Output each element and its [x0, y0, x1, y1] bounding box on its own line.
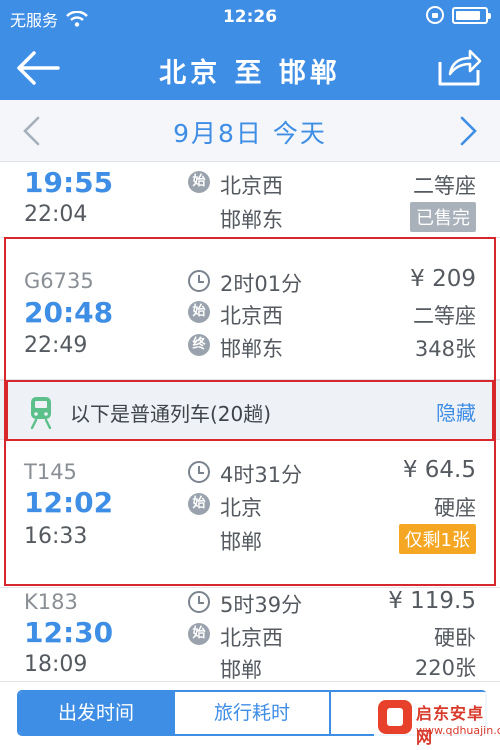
status-time: 12:26	[222, 7, 278, 27]
share-icon[interactable]	[436, 46, 482, 88]
end-station-tag-icon: 终	[188, 334, 210, 356]
train-icon	[30, 397, 52, 429]
watermark: 启东安卓网 www.qdhuajin.com	[374, 692, 500, 748]
price: ¥ 119.5	[388, 588, 476, 614]
hide-button[interactable]: 隐藏	[436, 397, 476, 426]
duration: 4时31分	[220, 463, 303, 487]
watermark-logo-icon	[378, 700, 412, 734]
few-left-badge: 仅剩1张	[398, 524, 476, 554]
page-title: 北京 至 邯郸	[159, 58, 341, 89]
seat-class: 二等座	[413, 304, 476, 328]
status-bar: 无服务 12:26	[0, 0, 500, 34]
from-station: 北京	[220, 496, 262, 520]
battery-fill	[456, 10, 480, 20]
clock-icon	[188, 270, 210, 292]
start-station-tag-icon: 始	[188, 171, 210, 193]
start-station-tag-icon: 始	[188, 623, 210, 645]
seat-class: 硬卧	[434, 626, 476, 650]
duration: 5时39分	[220, 593, 303, 617]
start-station-tag-icon: 始	[188, 493, 210, 515]
rotation-lock-icon	[426, 6, 444, 24]
duration: 2时01分	[220, 272, 303, 296]
top-bar: 无服务 12:26 北京 至 邯郸	[0, 0, 500, 100]
train-row[interactable]: 19:55 22:04 始 北京西 邯郸东 二等座 已售完	[0, 162, 500, 238]
seat-class: 二等座	[413, 174, 476, 198]
train-row[interactable]: G6735 20:48 22:49 2时01分 始 北京西 终 邯郸东 ¥ 20…	[0, 238, 500, 380]
to-station: 邯郸	[220, 658, 262, 682]
from-station: 北京西	[220, 174, 283, 198]
depart-time: 12:02	[24, 486, 114, 519]
arrive-time: 22:04	[24, 202, 88, 227]
date-bar: 9月8日 今天	[0, 100, 500, 162]
next-day-icon[interactable]	[458, 116, 480, 146]
tickets-left: 220张	[414, 656, 476, 680]
train-code: G6735	[24, 269, 94, 293]
bottom-bar: 出发时间 旅行耗时 到 启东安卓网 www.qdhuajin.com	[0, 682, 500, 750]
to-station: 邯郸东	[220, 208, 283, 232]
depart-time: 12:30	[24, 616, 114, 649]
tickets-left: 348张	[414, 337, 476, 361]
clock-icon	[188, 591, 210, 613]
clock-icon	[188, 461, 210, 483]
ordinary-trains-label: 以下是普通列车(20趟)	[70, 402, 272, 426]
arrive-time: 16:33	[24, 524, 88, 549]
price: ¥ 64.5	[402, 457, 476, 483]
battery-icon	[452, 6, 491, 24]
arrive-time: 22:49	[24, 333, 88, 358]
price: ¥ 209	[410, 266, 476, 292]
ordinary-trains-divider: 以下是普通列车(20趟) 隐藏	[0, 380, 500, 440]
tab-depart-time[interactable]: 出发时间	[19, 692, 175, 734]
nav-bar: 北京 至 邯郸	[0, 34, 500, 100]
train-row[interactable]: T145 12:02 16:33 4时31分 始 北京 邯郸 ¥ 64.5 硬座…	[0, 440, 500, 588]
tab-travel-duration[interactable]: 旅行耗时	[175, 692, 331, 734]
from-station: 北京西	[220, 626, 283, 650]
to-station: 邯郸东	[220, 337, 283, 361]
from-station: 北京西	[220, 304, 283, 328]
watermark-url: www.qdhuajin.com	[416, 724, 500, 737]
to-station: 邯郸	[220, 530, 262, 554]
selected-date[interactable]: 9月8日 今天	[0, 114, 500, 150]
sold-out-badge: 已售完	[410, 202, 476, 232]
depart-time: 19:55	[24, 166, 114, 199]
start-station-tag-icon: 始	[188, 301, 210, 323]
train-row[interactable]: K183 12:30 18:09 5时39分 始 北京西 邯郸 ¥ 119.5 …	[0, 588, 500, 682]
arrive-time: 18:09	[24, 652, 88, 677]
status-right	[426, 6, 491, 24]
depart-time: 20:48	[24, 296, 114, 329]
seat-class: 硬座	[434, 496, 476, 520]
train-code: T145	[24, 460, 77, 484]
train-code: K183	[24, 590, 78, 614]
